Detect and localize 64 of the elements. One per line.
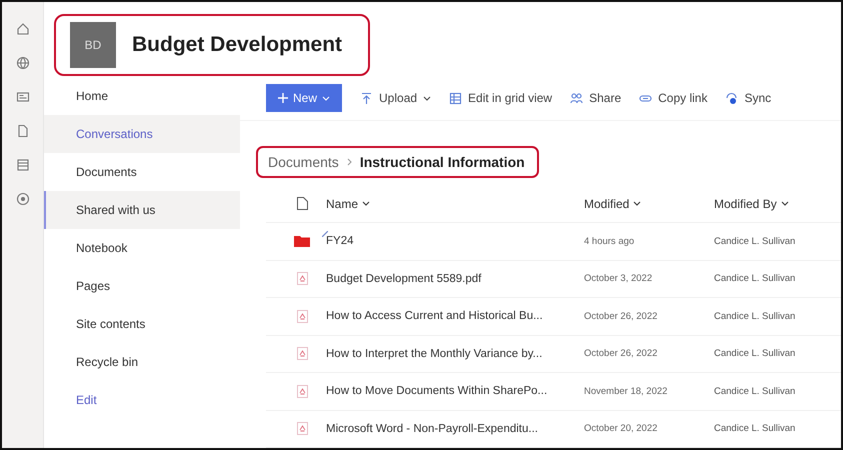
site-title: Budget Development <box>132 33 342 57</box>
breadcrumb-current: Instructional Information <box>360 154 525 170</box>
pdf-file-icon <box>296 384 308 398</box>
add-circle-icon[interactable] <box>16 192 30 206</box>
file-name[interactable]: Microsoft Word - Non-Payroll-Expenditu... <box>326 422 584 435</box>
column-header[interactable]: Modified <box>584 196 714 211</box>
people-icon <box>570 92 584 104</box>
plus-icon <box>278 93 288 103</box>
edit-link[interactable]: Edit <box>44 380 240 418</box>
list-icon[interactable] <box>16 158 30 172</box>
column-header[interactable]: Modified By <box>714 196 824 211</box>
modified-date: October 26, 2022 <box>584 348 658 360</box>
toolbar-button[interactable]: Copy link <box>639 91 708 105</box>
site-logo[interactable]: BD <box>70 22 116 68</box>
nav-item[interactable]: Documents <box>44 152 240 190</box>
home-icon[interactable] <box>16 22 30 36</box>
toolbar-button[interactable]: Sync <box>725 91 772 105</box>
modified-by: Candice L. Sullivan <box>714 310 796 322</box>
pdf-file-icon <box>296 422 308 436</box>
nav-item[interactable]: Site contents <box>44 304 240 342</box>
file-name[interactable]: Budget Development 5589.pdf <box>326 272 584 285</box>
modified-by: Candice L. Sullivan <box>714 236 796 247</box>
file-type-icon <box>296 197 308 210</box>
chevron-down-icon <box>423 96 432 100</box>
file-name[interactable]: FY24 <box>326 235 584 248</box>
nav-item[interactable]: Pages <box>44 266 240 304</box>
pdf-file-icon <box>296 272 308 286</box>
upload-icon <box>360 92 374 104</box>
pdf-file-icon <box>296 310 308 323</box>
file-name[interactable]: How to Access Current and Historical Bu... <box>326 310 584 322</box>
nav-item[interactable]: Shared with us <box>44 190 240 228</box>
chevron-down-icon <box>780 201 789 206</box>
newspaper-icon[interactable] <box>16 90 30 104</box>
column-header[interactable]: Name <box>326 196 584 211</box>
modified-date: November 18, 2022 <box>584 386 668 397</box>
file-name[interactable]: How to Move Documents Within SharePo... <box>326 385 584 398</box>
chevron-right-icon <box>346 158 352 166</box>
modified-date: October 20, 2022 <box>584 423 658 434</box>
toolbar-button[interactable]: Share <box>570 91 622 105</box>
toolbar-button[interactable]: Upload <box>360 91 432 105</box>
nav-item[interactable]: Recycle bin <box>44 342 240 380</box>
modified-date: October 26, 2022 <box>584 310 658 322</box>
nav-item[interactable]: Notebook <box>44 228 240 266</box>
modified-by: Candice L. Sullivan <box>714 273 796 284</box>
modified-by: Candice L. Sullivan <box>714 348 796 360</box>
breadcrumb-link[interactable]: Documents <box>268 154 339 170</box>
grid-icon <box>449 92 462 104</box>
chevron-down-icon <box>362 201 370 206</box>
file-name[interactable]: How to Interpret the Monthly Variance by... <box>326 348 584 360</box>
modified-date: October 3, 2022 <box>584 273 654 284</box>
modified-by: Candice L. Sullivan <box>714 423 796 434</box>
modified-date: 4 hours ago <box>584 236 636 247</box>
nav-item[interactable]: Conversations <box>44 114 240 152</box>
sync-icon <box>725 92 738 104</box>
modified-by: Candice L. Sullivan <box>714 386 796 397</box>
toolbar-button[interactable]: Edit in grid view <box>449 91 552 105</box>
chevron-down-icon <box>322 96 330 100</box>
folder-icon <box>294 235 310 248</box>
document-icon[interactable] <box>16 124 30 138</box>
chevron-down-icon <box>633 201 642 206</box>
globe-icon[interactable] <box>16 56 30 70</box>
pdf-file-icon <box>296 347 308 360</box>
new-button[interactable]: New <box>266 84 342 112</box>
nav-item[interactable]: Home <box>44 76 240 114</box>
